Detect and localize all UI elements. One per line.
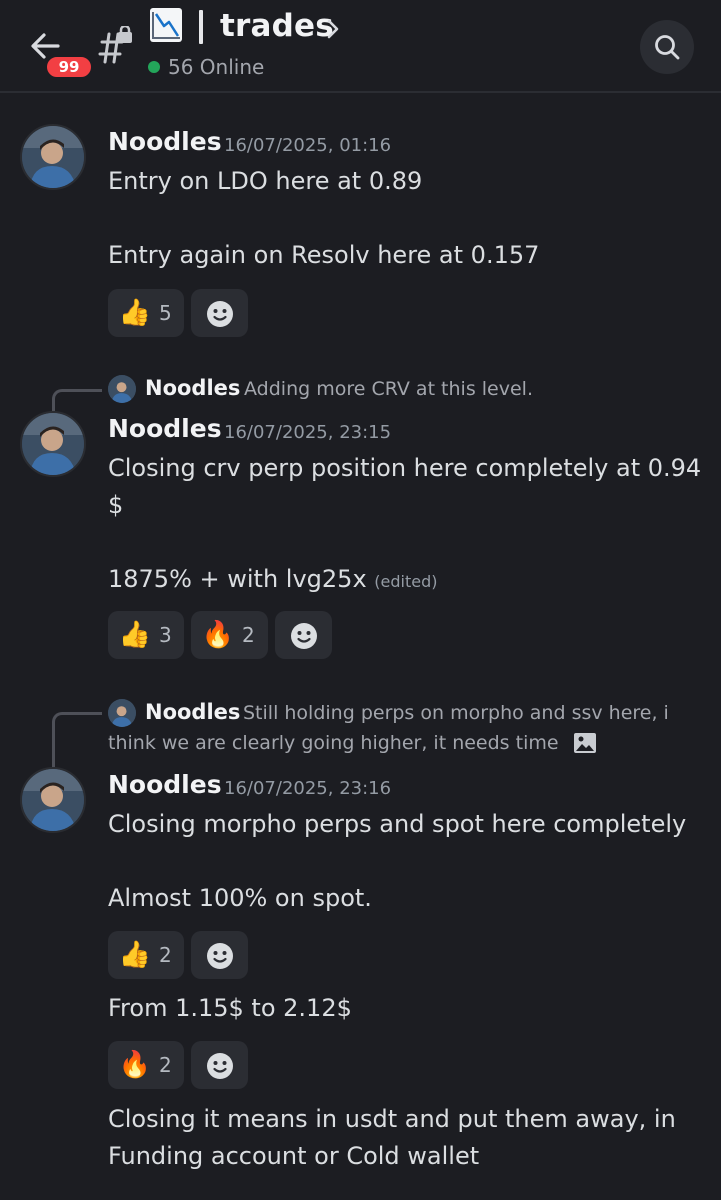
- reaction-count: 2: [159, 1053, 172, 1077]
- chevron-right-icon[interactable]: [326, 18, 340, 40]
- message-text: Entry on LDO here at 0.89: [108, 167, 423, 195]
- reply-avatar: [108, 375, 136, 403]
- chart-decreasing-icon: [150, 8, 182, 42]
- message-text: Closing it means in usdt and put them aw…: [108, 1105, 676, 1133]
- thumbs-up-icon: 👍: [118, 298, 152, 328]
- message-timestamp: 16/07/2025, 23:16: [224, 778, 392, 799]
- user-avatar[interactable]: [20, 124, 86, 190]
- locked-channel-icon: [96, 24, 140, 66]
- message-text: Almost 100% on spot.: [108, 884, 372, 912]
- message-author[interactable]: Noodles: [108, 770, 222, 799]
- reaction-thumbs-up[interactable]: 👍 2: [108, 931, 184, 979]
- message-text: Entry again on Resolv here at 0.157: [108, 241, 540, 269]
- reply-author[interactable]: Noodles: [145, 376, 240, 400]
- reply-avatar: [108, 699, 136, 727]
- online-count: 56 Online: [168, 55, 265, 79]
- smiley-icon: [291, 623, 317, 649]
- user-avatar[interactable]: [20, 767, 86, 833]
- reply-author[interactable]: Noodles: [145, 700, 240, 724]
- reaction-thumbs-up[interactable]: 👍 5: [108, 289, 184, 337]
- smiley-icon: [207, 943, 233, 969]
- message-text: From 1.15$ to 2.12$: [108, 994, 352, 1022]
- message-author[interactable]: Noodles: [108, 127, 222, 156]
- fire-icon: 🔥: [118, 1050, 152, 1080]
- online-status-icon: [148, 61, 160, 73]
- reaction-fire[interactable]: 🔥 2: [108, 1041, 184, 1089]
- edited-label: (edited): [374, 572, 438, 591]
- add-reaction-button[interactable]: [191, 289, 248, 337]
- message-text: Funding account or Cold wallet: [108, 1142, 480, 1170]
- message-timestamp: 16/07/2025, 01:16: [224, 135, 392, 156]
- reaction-count: 3: [159, 623, 172, 647]
- image-attachment-icon: [574, 733, 596, 753]
- reaction-count: 2: [242, 623, 255, 647]
- message-timestamp: 16/07/2025, 23:15: [224, 422, 392, 443]
- add-reaction-button[interactable]: [191, 931, 248, 979]
- reply-connector: [52, 712, 102, 767]
- reaction-count: 2: [159, 943, 172, 967]
- reply-preview[interactable]: think we are clearly going higher, it ne…: [108, 732, 559, 754]
- add-reaction-button[interactable]: [275, 611, 332, 659]
- thumbs-up-icon: 👍: [118, 620, 152, 650]
- reply-preview[interactable]: Adding more CRV at this level.: [244, 378, 533, 400]
- fire-icon: 🔥: [201, 620, 235, 650]
- smiley-icon: [207, 301, 233, 327]
- title-separator: [199, 10, 203, 44]
- message-text: Closing crv perp position here completel…: [108, 454, 702, 482]
- reaction-thumbs-up[interactable]: 👍 3: [108, 611, 184, 659]
- search-button[interactable]: [640, 20, 694, 74]
- search-icon: [655, 35, 680, 60]
- message-text: Closing morpho perps and spot here compl…: [108, 810, 687, 838]
- reply-connector: [52, 389, 102, 411]
- reaction-fire[interactable]: 🔥 2: [191, 611, 268, 659]
- message-author[interactable]: Noodles: [108, 414, 222, 443]
- message-text-content: 1875% + with lvg25x: [108, 565, 367, 593]
- smiley-icon: [207, 1053, 233, 1079]
- channel-title[interactable]: trades: [220, 8, 334, 44]
- channel-header: 99 trades 56 Online: [0, 0, 721, 93]
- reply-preview[interactable]: Still holding perps on morpho and ssv he…: [243, 702, 669, 724]
- notification-badge: 99: [44, 54, 94, 80]
- add-reaction-button[interactable]: [191, 1041, 248, 1089]
- message-text: 1875% + with lvg25x (edited): [108, 561, 438, 600]
- reaction-count: 5: [159, 301, 172, 325]
- message-text: $: [108, 491, 124, 519]
- thumbs-up-icon: 👍: [118, 940, 152, 970]
- user-avatar[interactable]: [20, 411, 86, 477]
